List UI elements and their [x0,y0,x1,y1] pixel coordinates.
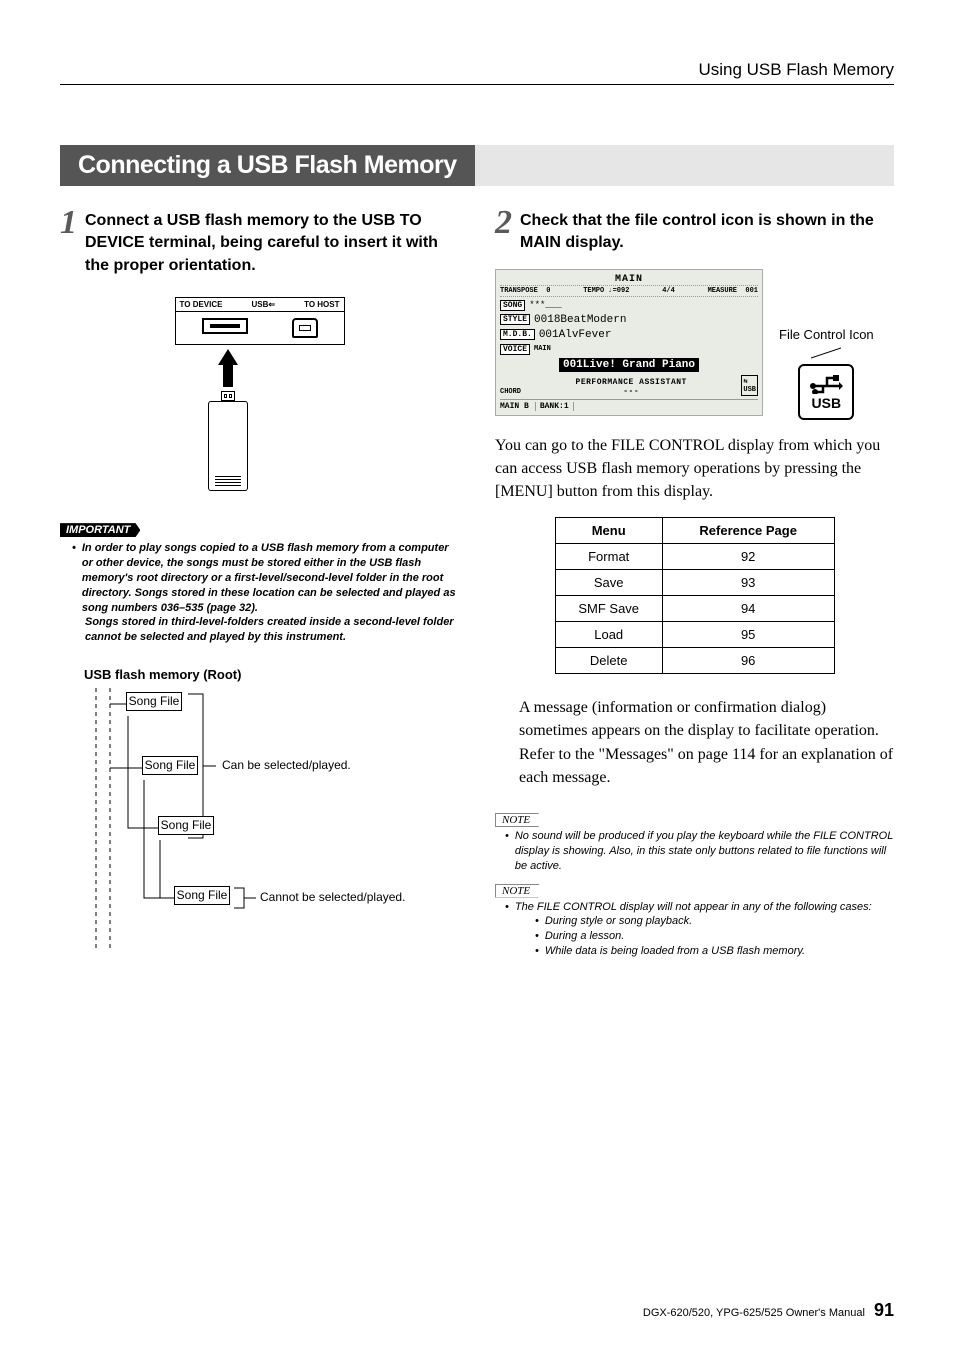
tree-cannot-label: Cannot be selected/played. [260,890,405,904]
paragraph-2: A message (information or confirmation d… [495,696,894,789]
tree-node-1: Song File [126,692,182,711]
tree-node-3: Song File [158,816,214,835]
important-text-1: In order to play songs copied to a USB f… [82,541,459,615]
arrow-up-icon [218,349,238,365]
table-row: Save93 [555,570,834,596]
flash-drive-icon [208,391,248,491]
reference-table: Menu Reference Page Format92 Save93 SMF … [555,517,835,674]
lcd-main-title: MAIN [500,274,758,285]
note-2-item-1: During style or song playback. [545,914,692,929]
note-2-label: NOTE [495,884,544,898]
tree-can-label: Can be selected/played. [222,758,351,772]
port-to-host-icon [292,318,318,338]
tree-lines-icon [88,688,348,948]
label-to-host: TO HOST [304,300,339,309]
note-1-text: No sound will be produced if you play th… [515,829,894,874]
important-label: IMPORTANT [60,523,140,537]
callout-label: File Control Icon [779,327,874,344]
table-header-page: Reference Page [662,518,834,544]
step-1: 1 Connect a USB flash memory to the USB … [60,208,459,277]
table-row: Delete96 [555,648,834,674]
label-usb: USB⇐ [251,300,275,309]
label-to-device: TO DEVICE [180,300,223,309]
paragraph-1: You can go to the FILE CONTROL display f… [495,434,894,504]
page-header: Using USB Flash Memory [60,60,894,85]
section-title: Connecting a USB Flash Memory [60,145,475,186]
footer-page: 91 [874,1300,894,1320]
callout-line-icon [811,346,841,360]
section-title-bar: Connecting a USB Flash Memory [60,145,894,186]
usb-file-control-icon: USB [798,364,854,420]
tree-node-4: Song File [174,886,230,905]
footer: DGX-620/520, YPG-625/525 Owner's Manual … [643,1300,894,1321]
table-row: SMF Save94 [555,596,834,622]
step-2: 2 Check that the file control icon is sh… [495,208,894,255]
table-row: Format92 [555,544,834,570]
table-header-menu: Menu [555,518,662,544]
tree-title: USB flash memory (Root) [84,667,459,682]
note-2-text: The FILE CONTROL display will not appear… [515,900,872,915]
lcd-file-control-icon: ⇆USB [741,375,758,396]
table-row: Load95 [555,622,834,648]
step-2-number: 2 [495,208,512,239]
tree-node-2: Song File [142,756,198,775]
step-2-text: Check that the file control icon is show… [520,208,894,255]
note-1-label: NOTE [495,813,544,827]
step-1-text: Connect a USB flash memory to the USB TO… [85,208,459,277]
port-to-device-icon [202,318,248,334]
note-2-item-3: While data is being loaded from a USB fl… [545,944,805,959]
usb-illustration: TO DEVICE USB⇐ TO HOST [170,297,350,491]
lcd-display: MAIN TRANSPOSE 0 TEMPO ♩=092 4/4 MEASURE… [495,269,763,416]
step-1-number: 1 [60,208,77,239]
note-2-item-2: During a lesson. [545,929,625,944]
footer-manual: DGX-620/520, YPG-625/525 Owner's Manual [643,1307,865,1319]
important-text-2: Songs stored in third-level-folders crea… [72,615,459,645]
